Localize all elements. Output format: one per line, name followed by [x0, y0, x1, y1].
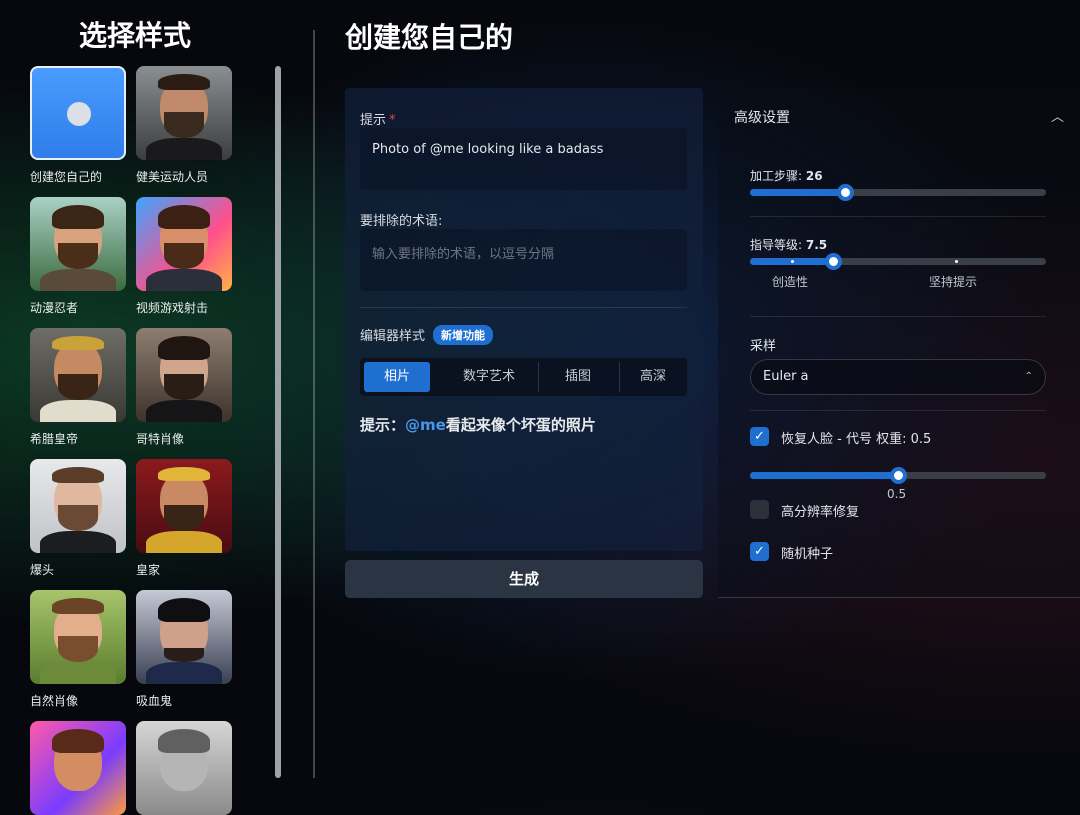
style-thumbnail: [30, 721, 126, 815]
style-tile-royal[interactable]: 皇家: [136, 459, 232, 578]
style-thumbnail: [136, 328, 232, 422]
guidance-slider-handle[interactable]: [825, 253, 842, 270]
style-tile-colorful[interactable]: [30, 721, 126, 815]
editor-style-segmented-control: 相片 数字艺术 插图 高深: [360, 358, 687, 396]
panel-divider: [313, 30, 315, 778]
face-restore-slider-handle[interactable]: [890, 467, 907, 484]
divider: [750, 216, 1046, 217]
tab-illustration[interactable]: 插图: [540, 362, 616, 392]
style-tile-vampire[interactable]: 吸血鬼: [136, 590, 232, 709]
style-tile-create-own[interactable]: 创建您自己的: [30, 66, 126, 185]
guidance-mark: [955, 260, 958, 263]
style-tile-natural-portrait[interactable]: 自然肖像: [30, 590, 126, 709]
style-tile-video-game-shooter[interactable]: 视频游戏射击: [136, 197, 232, 316]
style-tile-label: 哥特肖像: [136, 432, 185, 446]
style-tile-label: 自然肖像: [30, 694, 79, 708]
tab-photo[interactable]: 相片: [364, 362, 430, 392]
required-mark: *: [389, 113, 396, 128]
style-scrollbar-thumb[interactable]: [275, 66, 281, 778]
advanced-settings-title: 高级设置: [734, 110, 790, 126]
hint-me-token: @me: [405, 416, 446, 434]
style-panel: 选择样式 创建您自己的 健美运动人员 动漫忍者 视频游戏射击 希腊皇帝 哥特肖像…: [0, 0, 290, 815]
style-tile-gothic-portrait[interactable]: 哥特肖像: [136, 328, 232, 447]
divider: [750, 410, 1046, 411]
face-restore-slider[interactable]: [750, 467, 1046, 484]
guidance-slider[interactable]: [750, 253, 1046, 270]
sampling-select[interactable]: Euler a ⌃: [750, 359, 1046, 395]
prompt-form: 提示 * Photo of @me looking like a badass 要…: [345, 88, 703, 551]
style-tile-label: 皇家: [136, 563, 161, 577]
negative-prompt-label: 要排除的术语:: [360, 214, 443, 229]
style-thumbnail: [136, 590, 232, 684]
style-tile-bodybuilder[interactable]: 健美运动人员: [136, 66, 232, 185]
guidance-label: 指导等级: 7.5: [750, 238, 828, 252]
style-thumbnail: [136, 66, 232, 160]
hires-fix-checkbox[interactable]: [750, 500, 769, 519]
editor-style-label: 编辑器样式 新增功能: [360, 325, 494, 345]
style-tile-label: 爆头: [30, 563, 55, 577]
face-restore-slider-fill: [750, 472, 898, 479]
placeholder-dot-icon: [67, 102, 91, 126]
face-restore-label: 恢复人脸 - 代号 权重: 0.5: [781, 432, 932, 447]
steps-label: 加工步骤: 26: [750, 169, 823, 183]
prompt-hint: 提示：@me看起来像个坏蛋的照片: [360, 416, 596, 434]
prompt-input[interactable]: Photo of @me looking like a badass: [360, 128, 687, 190]
steps-slider-fill: [750, 189, 845, 196]
guidance-mark: [791, 260, 794, 263]
guidance-mark-creativity: 创造性: [772, 275, 809, 289]
hires-fix-label: 高分辨率修复: [781, 505, 860, 520]
divider: [750, 316, 1046, 317]
style-tile-label: 希腊皇帝: [30, 432, 79, 446]
chevron-up-icon[interactable]: ︿: [1051, 106, 1064, 125]
new-feature-badge: 新增功能: [433, 325, 494, 345]
style-tile-label: 吸血鬼: [136, 694, 173, 708]
guidance-value: 7.5: [805, 238, 828, 252]
style-tile-greek-emperor[interactable]: 希腊皇帝: [30, 328, 126, 447]
steps-value: 26: [805, 169, 823, 183]
prompt-label: 提示 *: [360, 113, 396, 128]
style-thumbnail: [30, 328, 126, 422]
style-tile-label: 健美运动人员: [136, 170, 209, 184]
steps-slider[interactable]: [750, 184, 1046, 201]
steps-slider-handle[interactable]: [837, 184, 854, 201]
style-thumbnail: [136, 197, 232, 291]
style-thumbnail: [30, 459, 126, 553]
tab-digital-art[interactable]: 数字艺术: [444, 362, 534, 392]
advanced-settings-panel: 高级设置 ︿ 加工步骤: 26 指导等级: 7.5 创造性 坚持提示 采样 Eu…: [718, 88, 1080, 598]
face-restore-checkbox[interactable]: ✓: [750, 427, 769, 446]
page-title: 创建您自己的: [345, 21, 514, 54]
sampling-label: 采样: [750, 339, 777, 354]
divider: [360, 307, 687, 308]
style-tile-headshot[interactable]: 爆头: [30, 459, 126, 578]
style-tile-label: 视频游戏射击: [136, 301, 209, 315]
style-thumbnail: [30, 590, 126, 684]
guidance-mark-follow-prompt: 坚持提示: [929, 275, 978, 289]
style-thumbnail: [136, 721, 232, 815]
style-tile-anime-ninja[interactable]: 动漫忍者: [30, 197, 126, 316]
generate-button[interactable]: 生成: [345, 560, 703, 598]
face-restore-value-label: 0.5: [887, 487, 907, 501]
style-thumbnail: [136, 459, 232, 553]
style-thumbnail: [30, 197, 126, 291]
segment-divider: [538, 362, 539, 392]
random-seed-label: 随机种子: [781, 547, 834, 562]
style-tile-label: 创建您自己的: [30, 170, 103, 184]
select-arrows-icon: ⌃: [1024, 371, 1033, 382]
segment-divider: [619, 362, 620, 392]
negative-prompt-input[interactable]: 输入要排除的术语，以逗号分隔: [360, 229, 687, 291]
style-tile-sketch[interactable]: [136, 721, 232, 815]
random-seed-checkbox[interactable]: ✓: [750, 542, 769, 561]
style-panel-title: 选择样式: [78, 19, 191, 52]
tab-advanced-art[interactable]: 高深: [622, 362, 684, 392]
style-tile-label: 动漫忍者: [30, 301, 79, 315]
